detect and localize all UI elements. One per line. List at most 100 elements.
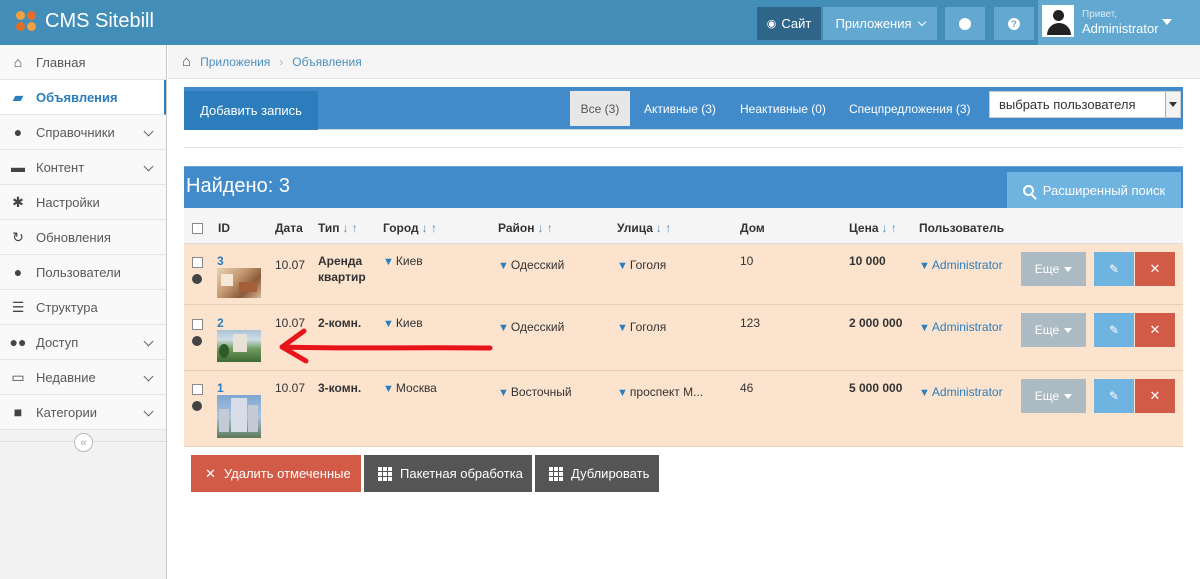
filter-icon: ▼ <box>617 387 628 399</box>
help-button[interactable]: ? <box>994 7 1034 40</box>
more-actions-button[interactable]: Еще <box>1021 313 1086 347</box>
listing-district[interactable]: ▼ Восточный <box>498 385 572 399</box>
row-checkbox[interactable] <box>192 257 203 268</box>
breadcrumb-listings[interactable]: Объявления <box>292 55 361 69</box>
listing-district[interactable]: ▼ Одесский <box>498 258 564 272</box>
sidebar-item-categories[interactable]: ■ Категории <box>0 395 166 430</box>
sort-arrows-icon[interactable]: ↓ ↑ <box>882 221 897 235</box>
sort-arrows-icon[interactable]: ↓ ↑ <box>422 221 437 235</box>
advanced-search-label: Расширенный поиск <box>1042 183 1166 198</box>
sort-arrows-icon[interactable]: ↓ ↑ <box>537 221 552 235</box>
sidebar-item-home[interactable]: ⌂ Главная <box>0 45 166 80</box>
sidebar-item-access[interactable]: ●● Доступ <box>0 325 166 360</box>
tab-special-offers[interactable]: Спецпредложения (3) <box>849 91 971 126</box>
divider <box>184 147 1183 148</box>
sidebar-item-recent[interactable]: ▭ Недавние <box>0 360 166 395</box>
listing-city[interactable]: ▼ Киев <box>383 254 423 268</box>
sidebar-item-users[interactable]: ● Пользователи <box>0 255 166 290</box>
listing-id-link[interactable]: 3 <box>217 254 224 268</box>
breadcrumb-apps[interactable]: Приложения <box>200 55 270 69</box>
listing-user[interactable]: ▼ Administrator <box>919 385 1003 399</box>
sort-arrows-icon[interactable]: ↓ ↑ <box>656 221 671 235</box>
batch-processing-label: Пакетная обработка <box>400 466 523 481</box>
sidebar-item-listings[interactable]: ▰ Объявления <box>0 80 166 115</box>
delete-button[interactable]: ✕ <box>1135 313 1175 347</box>
edit-button[interactable]: ✎ <box>1094 379 1134 413</box>
listing-district[interactable]: ▼ Одесский <box>498 320 564 334</box>
add-record-button[interactable]: Добавить запись <box>184 91 318 130</box>
sidebar-item-updates[interactable]: ↻ Обновления <box>0 220 166 255</box>
tab-active[interactable]: Активные (3) <box>644 91 716 126</box>
delete-selected-label: Удалить отмеченные <box>223 466 351 481</box>
edit-button[interactable]: ✎ <box>1094 313 1134 347</box>
listing-date: 10.07 <box>275 381 306 395</box>
listing-district-label: Одесский <box>510 258 565 272</box>
edit-button[interactable]: ✎ <box>1094 252 1134 286</box>
select-all-checkbox[interactable] <box>192 223 203 234</box>
listing-street[interactable]: ▼ проспект М... <box>617 385 703 399</box>
site-button[interactable]: ◉ Сайт <box>757 7 821 40</box>
listing-thumbnail[interactable] <box>217 268 261 298</box>
caret-down-icon <box>1064 266 1073 272</box>
listing-id-link[interactable]: 2 <box>217 316 224 330</box>
row-checkbox[interactable] <box>192 319 203 330</box>
sidebar-item-label: Объявления <box>36 89 118 105</box>
user-menu[interactable]: Привет, Administrator <box>1038 0 1200 45</box>
sort-arrows-icon[interactable]: ↓ ↑ <box>343 221 358 235</box>
language-button[interactable] <box>945 7 985 40</box>
listing-district-label: Одесский <box>510 320 565 334</box>
listing-user[interactable]: ▼ Administrator <box>919 258 1003 272</box>
filter-icon: ▼ <box>919 322 930 334</box>
select-arrow-icon <box>1165 92 1180 117</box>
sidebar-item-settings[interactable]: ✱ Настройки <box>0 185 166 220</box>
sidebar-item-structure[interactable]: ☰ Структура <box>0 290 166 325</box>
advanced-search-button[interactable]: Расширенный поиск <box>1007 172 1181 209</box>
apps-dropdown-button[interactable]: Приложения <box>823 7 937 40</box>
tab-all[interactable]: Все (3) <box>570 91 630 126</box>
row-checkbox[interactable] <box>192 384 203 395</box>
listings-toolbar: Добавить запись Все (3) Активные (3) Неа… <box>184 87 1183 130</box>
search-icon <box>1022 185 1034 196</box>
brand[interactable]: CMS Sitebill <box>14 9 154 33</box>
caret-down-icon <box>1064 327 1073 333</box>
listing-price: 5 000 000 <box>849 381 903 395</box>
column-price[interactable]: Цена ↓ ↑ <box>849 221 897 235</box>
batch-processing-button[interactable]: Пакетная обработка <box>364 455 532 492</box>
column-street[interactable]: Улица ↓ ↑ <box>617 221 671 235</box>
listing-thumbnail[interactable] <box>217 330 261 362</box>
delete-button[interactable]: ✕ <box>1135 379 1175 413</box>
more-actions-button[interactable]: Еще <box>1021 252 1086 286</box>
delete-selected-button[interactable]: ✕ Удалить отмеченные <box>191 455 361 492</box>
listing-city-label: Москва <box>395 381 437 395</box>
book-icon: ▰ <box>12 88 24 105</box>
listing-user-label: Administrator <box>931 385 1003 399</box>
listing-thumbnail[interactable] <box>217 395 261 438</box>
home-icon[interactable]: ⌂ <box>182 53 191 70</box>
column-district[interactable]: Район ↓ ↑ <box>498 221 553 235</box>
delete-button[interactable]: ✕ <box>1135 252 1175 286</box>
sidebar-item-content[interactable]: ▬ Контент <box>0 150 166 185</box>
sidebar-collapse-button[interactable]: « <box>74 433 93 452</box>
globe-icon <box>192 336 202 346</box>
chevron-down-icon <box>143 371 154 382</box>
listing-street[interactable]: ▼ Гоголя <box>617 320 666 334</box>
pencil-icon: ✎ <box>1108 323 1120 337</box>
column-city[interactable]: Город ↓ ↑ <box>383 221 437 235</box>
column-type[interactable]: Тип ↓ ↑ <box>318 221 358 235</box>
globe-icon: ● <box>13 124 23 140</box>
listing-street-label: Гоголя <box>629 320 667 334</box>
sidebar-item-label: Структура <box>36 299 98 315</box>
tab-inactive[interactable]: Неактивные (0) <box>740 91 826 126</box>
listing-city[interactable]: ▼ Москва <box>383 381 437 395</box>
duplicate-button[interactable]: Дублировать <box>535 455 659 492</box>
sidebar-item-label: Контент <box>36 159 85 175</box>
listing-id-link[interactable]: 1 <box>217 381 224 395</box>
grid-icon <box>549 466 563 481</box>
more-actions-button[interactable]: Еще <box>1021 379 1086 413</box>
sidebar-item-references[interactable]: ● Справочники <box>0 115 166 150</box>
pencil-icon: ✎ <box>1108 389 1120 403</box>
listing-user[interactable]: ▼ Administrator <box>919 320 1003 334</box>
sidebar-item-label: Справочники <box>36 124 115 140</box>
listing-street[interactable]: ▼ Гоголя <box>617 258 666 272</box>
user-filter-select[interactable]: выбрать пользователя <box>989 91 1181 118</box>
